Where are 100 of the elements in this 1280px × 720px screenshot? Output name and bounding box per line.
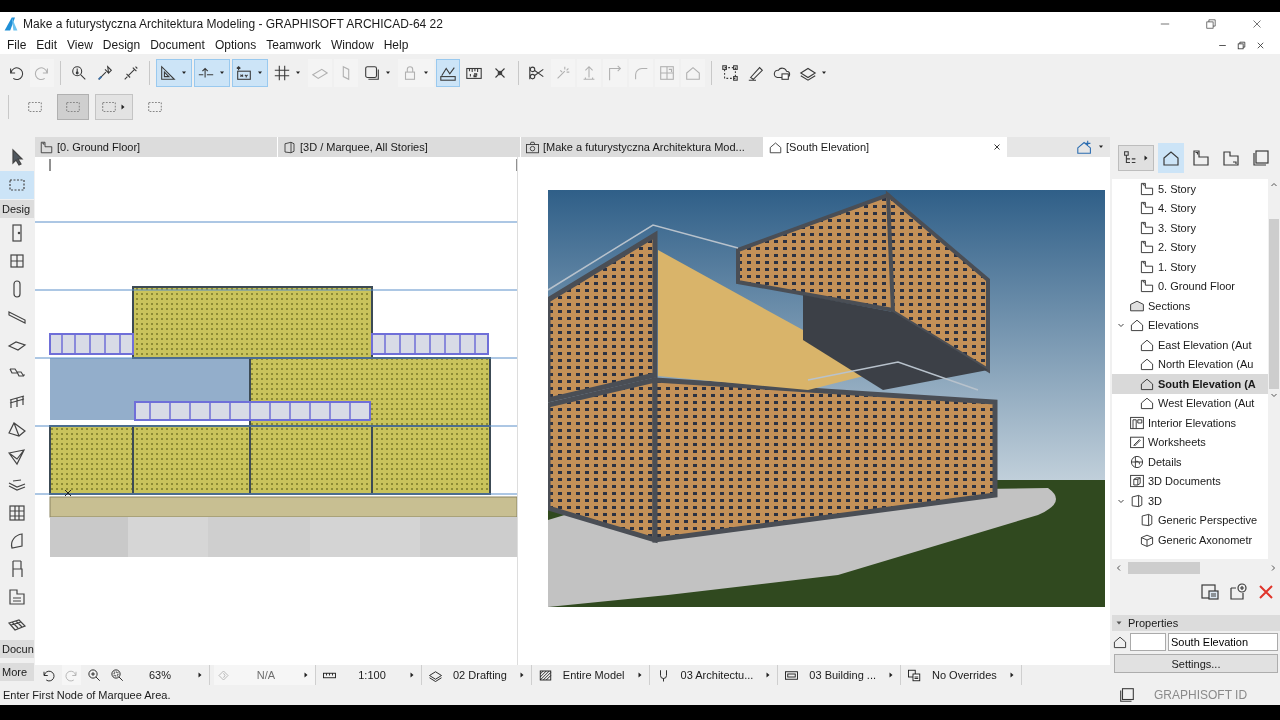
pen-set-status-button[interactable]: 03 Architectu... (653, 665, 779, 685)
floor-plan-icon (1191, 148, 1211, 168)
view-tab[interactable]: [South Elevation] (764, 137, 1007, 157)
tree-view-button[interactable] (1118, 145, 1154, 171)
tree-item[interactable]: 2. Story (1112, 237, 1268, 257)
tree-item[interactable]: East Elevation (Aut (1112, 335, 1268, 355)
tree-item[interactable]: South Elevation (A (1112, 374, 1268, 394)
corner-icon (606, 64, 624, 82)
tree-item[interactable]: 4. Story (1112, 198, 1268, 218)
view-tab[interactable]: [Make a futurystyczna Architektura Mod... (521, 137, 764, 157)
syringe-icon (122, 64, 140, 82)
id-field[interactable] (1130, 633, 1166, 651)
page-icon (1221, 148, 1241, 168)
snap-guide-button[interactable] (194, 59, 230, 87)
tree-item[interactable]: 3D Documents (1112, 471, 1268, 491)
house-plus-icon (1076, 138, 1094, 156)
camera-icon (525, 139, 540, 155)
hatch-status-button[interactable]: Entire Model (535, 665, 650, 685)
toolbox-section-label[interactable]: Desig (0, 200, 34, 218)
undo-icon (7, 64, 25, 82)
zone-icon (7, 587, 27, 607)
window-list-icon (1200, 582, 1220, 602)
window-list-button[interactable] (1200, 582, 1220, 602)
override-status-button[interactable]: No Overrides (905, 665, 1022, 685)
coordinates-button[interactable] (232, 59, 268, 87)
layers-status-button[interactable]: 02 Drafting (426, 665, 532, 685)
menu-item[interactable]: Design (97, 38, 146, 52)
redo-icon (33, 64, 51, 82)
box-3d-icon (1139, 512, 1155, 529)
shell-icon (7, 447, 27, 467)
square-icon (363, 64, 381, 82)
floor-plan-icon (39, 139, 54, 155)
worksheet-icon (1129, 434, 1145, 451)
tree-item[interactable]: 5. Story (1112, 179, 1268, 199)
tree-item[interactable]: 1. Story (1112, 257, 1268, 277)
tree-item[interactable]: Worksheets (1112, 432, 1268, 452)
tree-item[interactable]: Details (1112, 452, 1268, 472)
new-view-button[interactable] (1228, 582, 1248, 602)
tree-item[interactable]: 3. Story (1112, 218, 1268, 238)
magnifier-pin-icon (70, 64, 88, 82)
close-icon[interactable] (992, 142, 1002, 152)
house-icon (1139, 395, 1155, 412)
app-logo-icon (3, 16, 19, 32)
grid-icon (273, 64, 291, 82)
tree-item[interactable]: Generic Perspective (1112, 510, 1268, 530)
floor-plan-icon (1139, 180, 1155, 197)
tree-item[interactable]: Elevations (1112, 315, 1268, 335)
floor-plan-icon (1139, 200, 1155, 217)
tree-item[interactable]: 0. Ground Floor (1112, 276, 1268, 296)
frame-status-button[interactable]: 03 Building ... (782, 665, 901, 685)
floor-plan-icon (1139, 258, 1155, 275)
more-button[interactable]: More (0, 663, 34, 681)
zoom-fit-icon (110, 667, 125, 683)
house-icon (684, 64, 702, 82)
house-map-tab[interactable] (1158, 143, 1184, 173)
tree-item[interactable]: Sections (1112, 296, 1268, 316)
tree-item[interactable]: Interior Elevations (1112, 413, 1268, 433)
pen-icon (747, 64, 765, 82)
detail-icon (1129, 453, 1145, 470)
menu-item[interactable]: Help (378, 38, 414, 52)
house-icon (1129, 317, 1145, 334)
menu-item[interactable]: Teamwork (261, 38, 326, 52)
window-icon[interactable] (1118, 686, 1136, 704)
curtain-wall-icon (7, 503, 27, 523)
properties-title: Properties (1128, 617, 1179, 629)
tree-item[interactable]: West Elevation (Aut (1112, 393, 1268, 413)
marquee-button[interactable] (95, 94, 133, 120)
house-icon (768, 139, 783, 155)
house-icon (1139, 356, 1155, 373)
cloud-icon (773, 64, 791, 82)
document-3d-icon (1129, 473, 1145, 490)
toolbox-section-label[interactable]: Docun (0, 640, 34, 658)
trace-button[interactable] (436, 59, 460, 87)
box-3d-icon (282, 139, 297, 155)
name-field[interactable]: South Elevation (1168, 633, 1278, 651)
view-tab[interactable]: [0. Ground Floor] (35, 137, 278, 157)
restore-icon[interactable] (1236, 39, 1247, 51)
window-icon (7, 251, 27, 271)
tree-item[interactable]: Generic Axonometr (1112, 530, 1268, 550)
triangle-ruler-button[interactable] (156, 59, 192, 87)
interior-icon (1129, 414, 1145, 431)
view-tab[interactable]: [3D / Marquee, All Stories] (278, 137, 521, 157)
menu-item[interactable]: View (62, 38, 98, 52)
menu-item[interactable]: File (2, 38, 32, 52)
hatch-icon (537, 667, 553, 683)
settings-button[interactable]: Settings... (1114, 654, 1278, 673)
tree-item[interactable]: 3D (1112, 491, 1268, 511)
window-title: Make a futurystyczna Architektura Modeling - GRAPHISOFT ARCHICAD-64 22 (23, 17, 443, 31)
status-message: Enter First Node of Marquee Area. (2, 688, 172, 703)
menu-item[interactable]: Edit (31, 38, 63, 52)
menu-item[interactable]: Options (209, 38, 262, 52)
floor-plan-icon (1139, 278, 1155, 295)
zoom-in-icon (87, 667, 102, 683)
scale-status-button[interactable]: 1:100 (320, 665, 422, 685)
menu-item[interactable]: Window (325, 38, 379, 52)
box-3d-icon (1129, 492, 1145, 509)
menu-item[interactable]: Document (145, 38, 210, 52)
tree-item[interactable]: North Elevation (Au (1112, 354, 1268, 374)
zoom-fit-status-button[interactable]: 63% (108, 665, 210, 685)
restore-icon (1204, 17, 1218, 31)
